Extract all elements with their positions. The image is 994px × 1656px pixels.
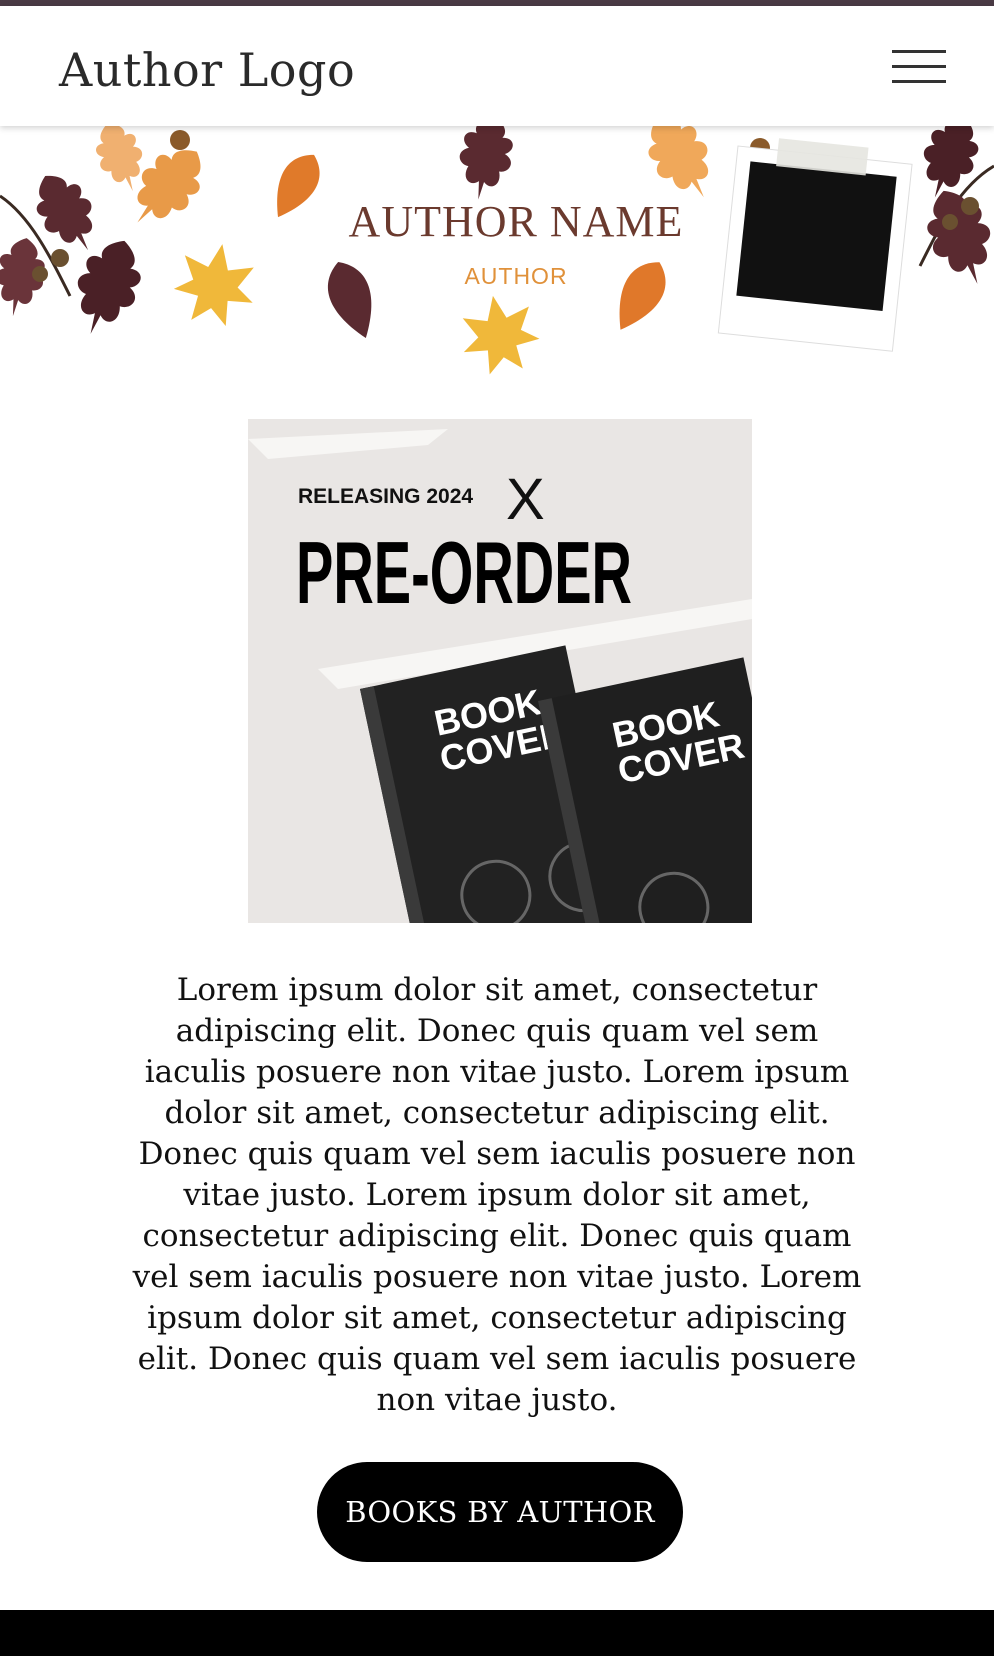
- author-banner: AUTHOR NAME AUTHOR: [0, 126, 994, 376]
- promo-headline: PRE-ORDER: [296, 523, 632, 622]
- leaf-decoration: [455, 289, 545, 376]
- author-role-label: AUTHOR: [464, 263, 567, 289]
- leaf-decoration: [603, 252, 677, 340]
- leaf-decoration: [262, 145, 330, 227]
- site-footer: [0, 1610, 994, 1656]
- leaf-decoration: [62, 230, 153, 345]
- hamburger-menu-icon[interactable]: [892, 50, 946, 84]
- books-by-author-button[interactable]: BOOKS BY AUTHOR: [317, 1462, 683, 1562]
- polaroid-photo: [717, 138, 913, 352]
- author-description: Lorem ipsum dolor sit amet, consectetur …: [132, 972, 862, 1418]
- leaf-decoration: [452, 126, 519, 205]
- leaf-decoration: [319, 254, 385, 346]
- leaf-decoration: [915, 180, 994, 295]
- site-header: Author Logo: [0, 6, 994, 126]
- leaf-decoration: [169, 237, 262, 330]
- promo-kicker: RELEASING 2024: [298, 485, 473, 508]
- author-name-heading: AUTHOR NAME: [349, 197, 684, 246]
- author-logo[interactable]: Author Logo: [59, 42, 355, 98]
- preorder-promo-image[interactable]: RELEASING 2024 X PRE-ORDER BOOK COVER BO…: [248, 419, 752, 923]
